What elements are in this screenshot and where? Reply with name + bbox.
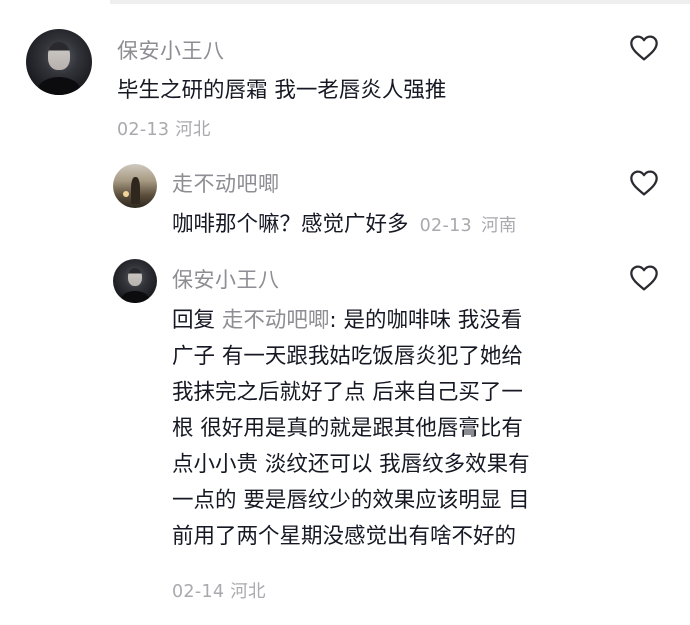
- comment-username[interactable]: 保安小王八: [172, 264, 280, 294]
- comment-text-line: 一点的 要是唇纹少的效果应该明显 目: [172, 488, 530, 513]
- comment-location: 河北: [230, 582, 266, 602]
- comment-date: 02-13: [419, 216, 472, 236]
- avatar[interactable]: [113, 259, 157, 303]
- avatar-face: [47, 42, 71, 70]
- comment-location: 河北: [175, 120, 211, 140]
- comment-text: 咖啡那个嘛？感觉广好多: [172, 212, 409, 237]
- avatar-light: [122, 191, 129, 198]
- comment-location: 河南: [481, 216, 517, 236]
- reply-mention[interactable]: 走不动吧唧: [222, 308, 330, 333]
- comment-username[interactable]: 走不动吧唧: [172, 168, 280, 198]
- avatar-collar: [37, 76, 81, 95]
- avatar[interactable]: [113, 164, 157, 208]
- comment-meta: 02-14 河北: [172, 578, 266, 603]
- comment-row: 咖啡那个嘛？感觉广好多 02-13 河南: [172, 207, 517, 238]
- comment-username[interactable]: 保安小王八: [117, 35, 225, 65]
- comment-text: 毕生之研的唇霜 我一老唇炎人强推: [117, 78, 447, 103]
- comment-text-line: 点小小贵 淡纹还可以 我唇纹多效果有: [172, 452, 530, 477]
- avatar-face: [127, 267, 143, 287]
- heart-outline-icon[interactable]: [627, 167, 661, 199]
- avatar[interactable]: [26, 29, 92, 95]
- comment-text-line: 根 很好用是真的就是跟其他唇膏比有: [172, 416, 523, 441]
- comment-text-line: 我抹完之后就好了点 后来自己买了一: [172, 380, 523, 405]
- comment-meta: 02-13 河北: [117, 116, 211, 141]
- heart-outline-icon[interactable]: [627, 262, 661, 294]
- comment-text-line: 前用了两个星期没感觉出有啥不好的: [172, 524, 517, 549]
- comment-date: 02-14: [172, 582, 225, 602]
- heart-outline-icon[interactable]: [627, 32, 661, 64]
- reply-prefix: 回复: [172, 308, 216, 333]
- avatar-figure: [130, 177, 141, 204]
- comment-text-line: 广子 有一天跟我姑吃饭唇炎犯了她给: [172, 344, 523, 369]
- comment-body: 回复 走不动吧唧: 是的咖啡味 我没看 广子 有一天跟我姑吃饭唇炎犯了她给 我抹…: [172, 303, 530, 555]
- avatar-collar: [120, 290, 150, 303]
- comment-date: 02-13: [117, 120, 170, 140]
- divider: [110, 0, 690, 4]
- comment-line-1: 回复 走不动吧唧: 是的咖啡味 我没看: [172, 303, 530, 339]
- comment-text-line: : 是的咖啡味 我没看: [329, 308, 523, 333]
